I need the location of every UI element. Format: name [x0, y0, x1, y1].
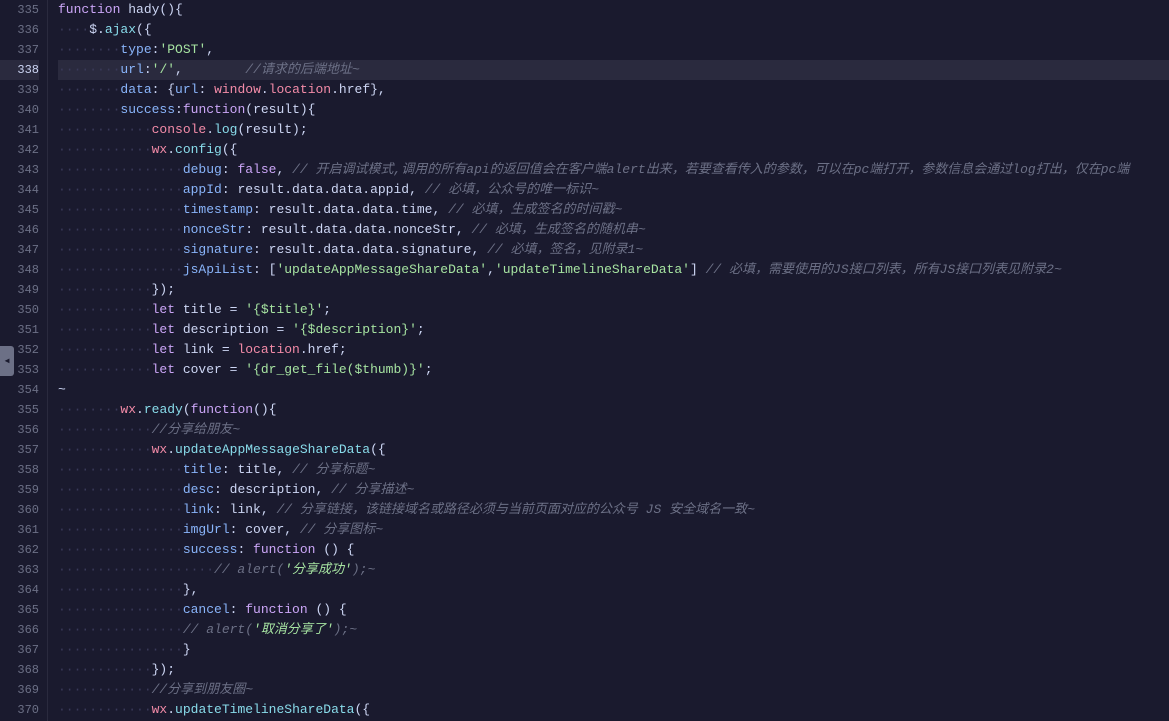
line-number: 347 [0, 240, 39, 260]
code-line: ················link: link, // 分享链接，该链接域… [58, 500, 1169, 520]
code-line: ············wx.updateTimelineShareData({ [58, 700, 1169, 720]
code-line: ················success: function () { [58, 540, 1169, 560]
left-collapse-tab[interactable] [0, 346, 14, 376]
code-line: ················jsApiList: ['updateAppMe… [58, 260, 1169, 280]
editor-container: 3353363373383393403413423433443453463473… [0, 0, 1169, 721]
line-number: 365 [0, 600, 39, 620]
line-number: 361 [0, 520, 39, 540]
code-line: ········type:'POST', [58, 40, 1169, 60]
line-number: 355 [0, 400, 39, 420]
code-line: ············}); [58, 280, 1169, 300]
code-line: ············let title = '{$title}'; [58, 300, 1169, 320]
code-line: ············wx.config({ [58, 140, 1169, 160]
line-number: 343 [0, 160, 39, 180]
line-number: 356 [0, 420, 39, 440]
code-line: ················desc: description, // 分享… [58, 480, 1169, 500]
code-area[interactable]: function hady(){····$.ajax({········type… [48, 0, 1169, 721]
code-line: ················} [58, 640, 1169, 660]
code-line: ············let cover = '{dr_get_file($t… [58, 360, 1169, 380]
code-line: ················debug: false, // 开启调试模式,… [58, 160, 1169, 180]
line-number: 342 [0, 140, 39, 160]
line-number: 338 [0, 60, 39, 80]
code-line: ············let link = location.href; [58, 340, 1169, 360]
line-number: 336 [0, 20, 39, 40]
code-line: ········url:'/', //请求的后端地址~ [58, 60, 1169, 80]
code-line: ········success:function(result){ [58, 100, 1169, 120]
code-line: ············console.log(result); [58, 120, 1169, 140]
code-line: ············let description = '{$descrip… [58, 320, 1169, 340]
code-line: ············wx.updateAppMessageShareData… [58, 440, 1169, 460]
line-number: 346 [0, 220, 39, 240]
line-number: 368 [0, 660, 39, 680]
line-number: 358 [0, 460, 39, 480]
line-number: 359 [0, 480, 39, 500]
code-line: ················signature: result.data.d… [58, 240, 1169, 260]
code-line: ~ [58, 380, 1169, 400]
line-number: 354 [0, 380, 39, 400]
line-number: 339 [0, 80, 39, 100]
line-number: 363 [0, 560, 39, 580]
code-line: ············//分享到朋友圈~ [58, 680, 1169, 700]
line-number: 360 [0, 500, 39, 520]
code-line: ····················// alert('分享成功');~ [58, 560, 1169, 580]
line-number: 348 [0, 260, 39, 280]
line-number: 344 [0, 180, 39, 200]
code-line: ············}); [58, 660, 1169, 680]
line-number: 370 [0, 700, 39, 720]
line-number: 345 [0, 200, 39, 220]
line-number: 362 [0, 540, 39, 560]
line-number: 349 [0, 280, 39, 300]
line-number: 341 [0, 120, 39, 140]
code-line: ················nonceStr: result.data.da… [58, 220, 1169, 240]
code-line: function hady(){ [58, 0, 1169, 20]
line-number: 351 [0, 320, 39, 340]
code-line: ················timestamp: result.data.d… [58, 200, 1169, 220]
code-line: ············//分享给朋友~ [58, 420, 1169, 440]
line-number: 366 [0, 620, 39, 640]
code-line: ····$.ajax({ [58, 20, 1169, 40]
line-number: 335 [0, 0, 39, 20]
code-line: ········wx.ready(function(){ [58, 400, 1169, 420]
code-line: ········data: {url: window.location.href… [58, 80, 1169, 100]
line-number: 357 [0, 440, 39, 460]
code-line: ················title: title, // 分享标题~ [58, 460, 1169, 480]
line-number: 340 [0, 100, 39, 120]
line-number: 364 [0, 580, 39, 600]
code-line: ················}, [58, 580, 1169, 600]
line-number: 369 [0, 680, 39, 700]
line-number: 337 [0, 40, 39, 60]
code-line: ················imgUrl: cover, // 分享图标~ [58, 520, 1169, 540]
code-line: ················appId: result.data.data.… [58, 180, 1169, 200]
code-line: ················cancel: function () { [58, 600, 1169, 620]
code-line: ················// alert('取消分享了');~ [58, 620, 1169, 640]
line-number: 367 [0, 640, 39, 660]
line-number: 350 [0, 300, 39, 320]
